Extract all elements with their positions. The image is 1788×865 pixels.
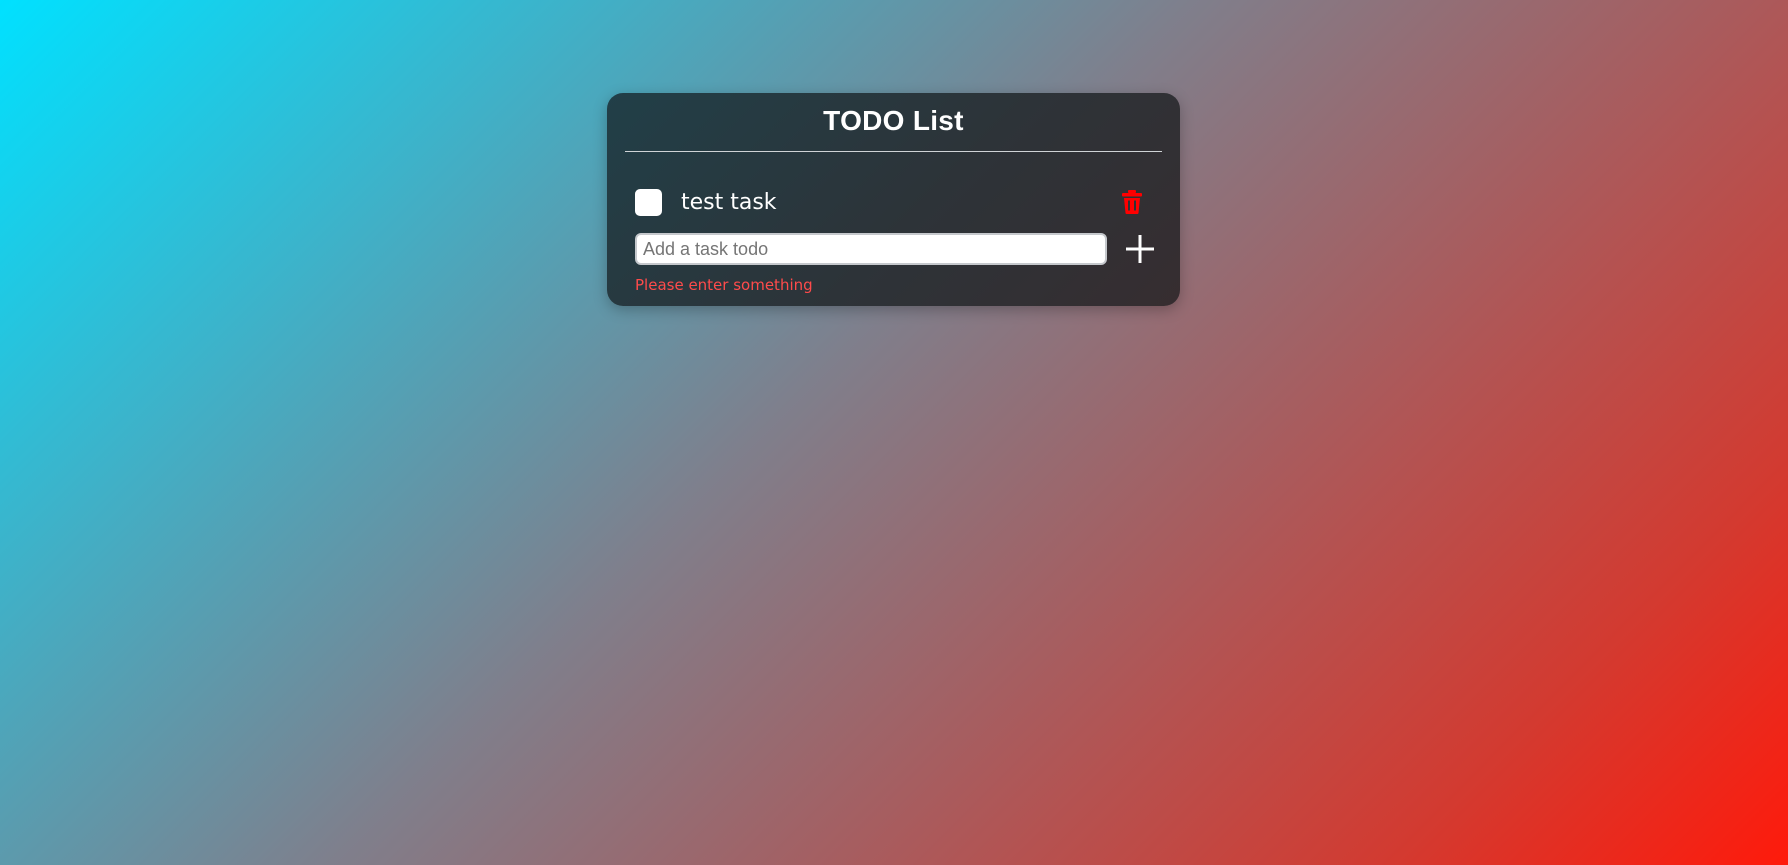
task-label: test task <box>681 189 777 215</box>
task-input[interactable] <box>635 233 1107 265</box>
todo-card: TODO List test task Please enter somethi… <box>607 93 1180 306</box>
error-message: Please enter something <box>635 276 813 294</box>
add-task-row <box>635 231 1160 267</box>
task-checkbox[interactable] <box>635 188 662 216</box>
plus-icon <box>1126 235 1154 263</box>
task-item: test task <box>635 181 1152 223</box>
add-task-button[interactable] <box>1123 232 1157 266</box>
delete-task-button[interactable] <box>1116 186 1148 218</box>
page-title: TODO List <box>823 105 964 136</box>
trash-icon <box>1122 190 1142 214</box>
title-divider <box>625 151 1162 152</box>
